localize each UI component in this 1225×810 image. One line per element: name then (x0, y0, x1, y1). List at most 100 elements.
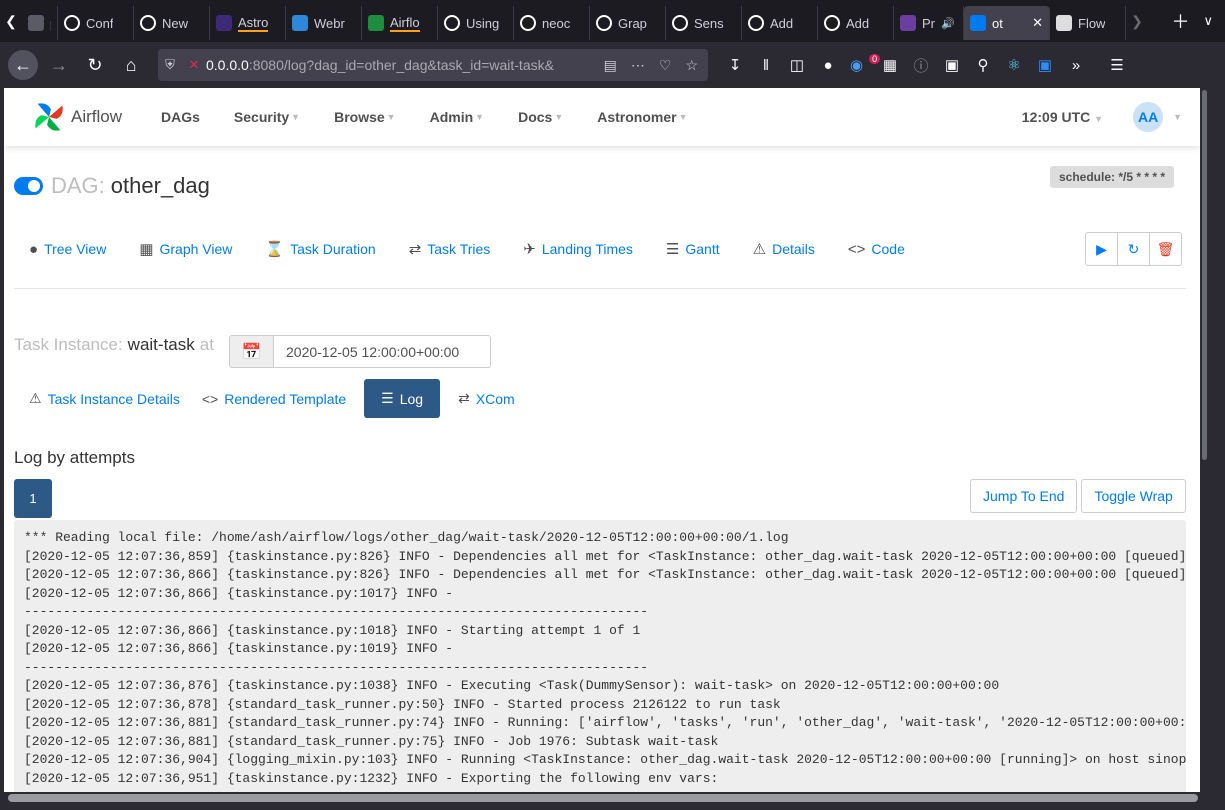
browser-tab[interactable]: pe (22, 6, 58, 40)
main-menu: DAGs Security ▼ Browse ▼ Admin ▼ Docs ▼ Astr… (144, 109, 705, 125)
tab-scroll-left-icon[interactable]: ❮ (0, 0, 22, 42)
url-bar[interactable]: ⛨ ✕ 0.0.0.0:8080/log?dag_id=other_dag&ta… (158, 49, 708, 81)
browser-tab-bar: ❮ pe Conf New Astro Webr Airflo Using neoc Grap S… (0, 0, 1225, 42)
browser-tab[interactable]: ot ✕ (964, 6, 1050, 40)
firefox-icon (28, 15, 44, 31)
github-icon (140, 15, 156, 31)
astronomer-icon (216, 15, 232, 31)
sidebar-icon[interactable]: ◫ (788, 56, 806, 74)
jump-to-end-button[interactable]: Jump To End (970, 479, 1078, 513)
page-actions-icon[interactable]: ⋯ (631, 57, 645, 74)
utc-clock-dropdown[interactable]: 12:09 UTC ▼ (1022, 109, 1103, 125)
home-icon[interactable]: ⌂ (116, 50, 146, 80)
extension-ghost-icon[interactable]: ◉ 0 (850, 54, 881, 74)
tab-task-duration[interactable]: ⌛ Task Duration (265, 240, 375, 258)
tab-landing-times[interactable]: ✈ Landing Times (523, 240, 633, 258)
refresh-dag-button[interactable]: ↻ (1117, 232, 1150, 266)
scrollbar-thumb[interactable] (8, 794, 1198, 802)
library-icon[interactable]: ‖ (757, 57, 775, 74)
browser-tab[interactable]: Conf (58, 6, 134, 40)
tab-label: Rendered Template (224, 390, 347, 407)
close-tab-icon[interactable]: ✕ (1032, 15, 1043, 31)
browser-tab[interactable]: Airflo (362, 6, 438, 40)
menu-security[interactable]: Security ▼ (217, 109, 317, 125)
tab-task-tries[interactable]: ⇄ Task Tries (409, 240, 491, 258)
toggle-wrap-button[interactable]: Toggle Wrap (1081, 479, 1186, 513)
overflow-menu-icon[interactable]: » (1067, 57, 1085, 74)
tab-gantt[interactable]: ☰ Gantt (666, 240, 720, 258)
pocket-icon[interactable]: ♡ (659, 57, 672, 74)
tab-title: Grap (618, 15, 647, 31)
tab-title: Add (846, 15, 870, 31)
caret-down-icon[interactable]: ▼ (1173, 112, 1182, 122)
github-icon (748, 15, 764, 31)
insecure-lock-icon[interactable]: ✕ (182, 57, 206, 73)
trigger-dag-button[interactable]: ▶ (1085, 232, 1118, 266)
browser-tab[interactable]: Using (438, 6, 514, 40)
menu-admin[interactable]: Admin ▼ (413, 109, 501, 125)
log-line: [2020-12-05 12:07:36,904] {logging_mixin… (24, 752, 1186, 767)
browser-tab[interactable]: Astro (210, 6, 286, 40)
url-text[interactable]: 0.0.0.0:8080/log?dag_id=other_dag&task_i… (206, 57, 604, 73)
log-output: *** Reading local file: /home/ash/airflo… (14, 520, 1186, 792)
browser-tab[interactable]: Add (818, 6, 894, 40)
extension-grid-icon[interactable]: ▦ (881, 56, 899, 74)
tab-label: Task Tries (427, 241, 491, 257)
browser-tab[interactable]: Add (742, 6, 818, 40)
tab-graph-view[interactable]: ▦ Graph View (139, 240, 232, 258)
downloads-icon[interactable]: ↧ (726, 56, 744, 74)
reload-icon[interactable]: ↻ (80, 50, 110, 80)
scrollbar-thumb[interactable] (1202, 90, 1207, 460)
browser-tab[interactable]: Webr (286, 6, 362, 40)
execution-date-input[interactable]: 2020-12-05 12:00:00+00:00 (274, 335, 491, 368)
browser-tab[interactable]: Pr 🔊 (894, 6, 964, 40)
extension-react-icon[interactable]: ⚛ (1005, 56, 1023, 74)
audio-playing-icon[interactable]: 🔊 (941, 17, 955, 30)
menu-astronomer[interactable]: Astronomer ▼ (580, 109, 704, 125)
dag-view-nav: ● Tree View ▦ Graph View ⌛ Task Duration ⇄ T… (29, 240, 938, 259)
extension-puzzle-icon[interactable]: ▣ (943, 56, 961, 74)
dag-pause-toggle[interactable] (14, 177, 43, 195)
tab-xcom[interactable]: ⇄ XCom (458, 379, 515, 418)
attempt-1-tab[interactable]: 1 (14, 479, 52, 518)
menu-dags[interactable]: DAGs (144, 109, 217, 125)
tab-title: New (162, 15, 189, 31)
browser-tab[interactable]: Sens (666, 6, 742, 40)
tab-details[interactable]: ⚠ Details (753, 240, 815, 258)
horizontal-scrollbar[interactable] (0, 792, 1225, 810)
tab-tree-view[interactable]: ● Tree View (29, 240, 106, 258)
tab-rendered-template[interactable]: <> Rendered Template (202, 379, 346, 418)
tab-list-icon[interactable]: ∨ (1203, 13, 1213, 29)
user-avatar[interactable]: AA (1133, 102, 1164, 132)
extension-zoom-icon[interactable]: ▣ (1036, 56, 1054, 74)
tab-label: Graph View (159, 241, 233, 257)
new-tab-icon[interactable]: ＋ (1171, 8, 1189, 34)
caret-down-icon: ▼ (1094, 114, 1104, 124)
forward-icon[interactable]: → (44, 50, 74, 80)
tab-code[interactable]: <> Code (848, 240, 905, 258)
browser-tab[interactable]: neoc (514, 6, 590, 40)
menu-label: Admin (429, 109, 474, 125)
shield-icon[interactable]: ⛨ (158, 57, 182, 73)
hamburger-menu-icon[interactable]: ☰ (1108, 56, 1126, 74)
browser-tab[interactable]: Grap (590, 6, 666, 40)
menu-browse[interactable]: Browse ▼ (317, 109, 413, 125)
account-icon[interactable]: ● (819, 57, 837, 74)
tab-task-instance-details[interactable]: ⚠ Task Instance Details (29, 379, 180, 418)
airflow-logo[interactable]: Airflow (30, 98, 122, 136)
bookmark-star-icon[interactable]: ☆ (685, 57, 698, 74)
browser-navigation-bar: ← → ↻ ⌂ ⛨ ✕ 0.0.0.0:8080/log?dag_id=othe… (0, 42, 1225, 88)
browser-tab[interactable]: Flow (1050, 6, 1126, 40)
extension-search-icon[interactable]: ⚲ (974, 56, 992, 74)
menu-label: Docs (518, 109, 553, 125)
tab-scroll-right-icon[interactable]: ❯ (1126, 0, 1148, 42)
vertical-scrollbar[interactable] (1200, 88, 1225, 792)
extension-info-icon[interactable]: ⓘ (912, 55, 930, 76)
reader-view-icon[interactable]: ▤ (604, 57, 617, 74)
back-icon[interactable]: ← (8, 50, 38, 80)
menu-docs[interactable]: Docs ▼ (501, 109, 580, 125)
tab-log[interactable]: ☰ Log (364, 379, 441, 418)
delete-dag-button[interactable]: 🗑 (1149, 232, 1182, 266)
calendar-icon[interactable]: 📅 (229, 335, 274, 368)
browser-tab[interactable]: New (134, 6, 210, 40)
